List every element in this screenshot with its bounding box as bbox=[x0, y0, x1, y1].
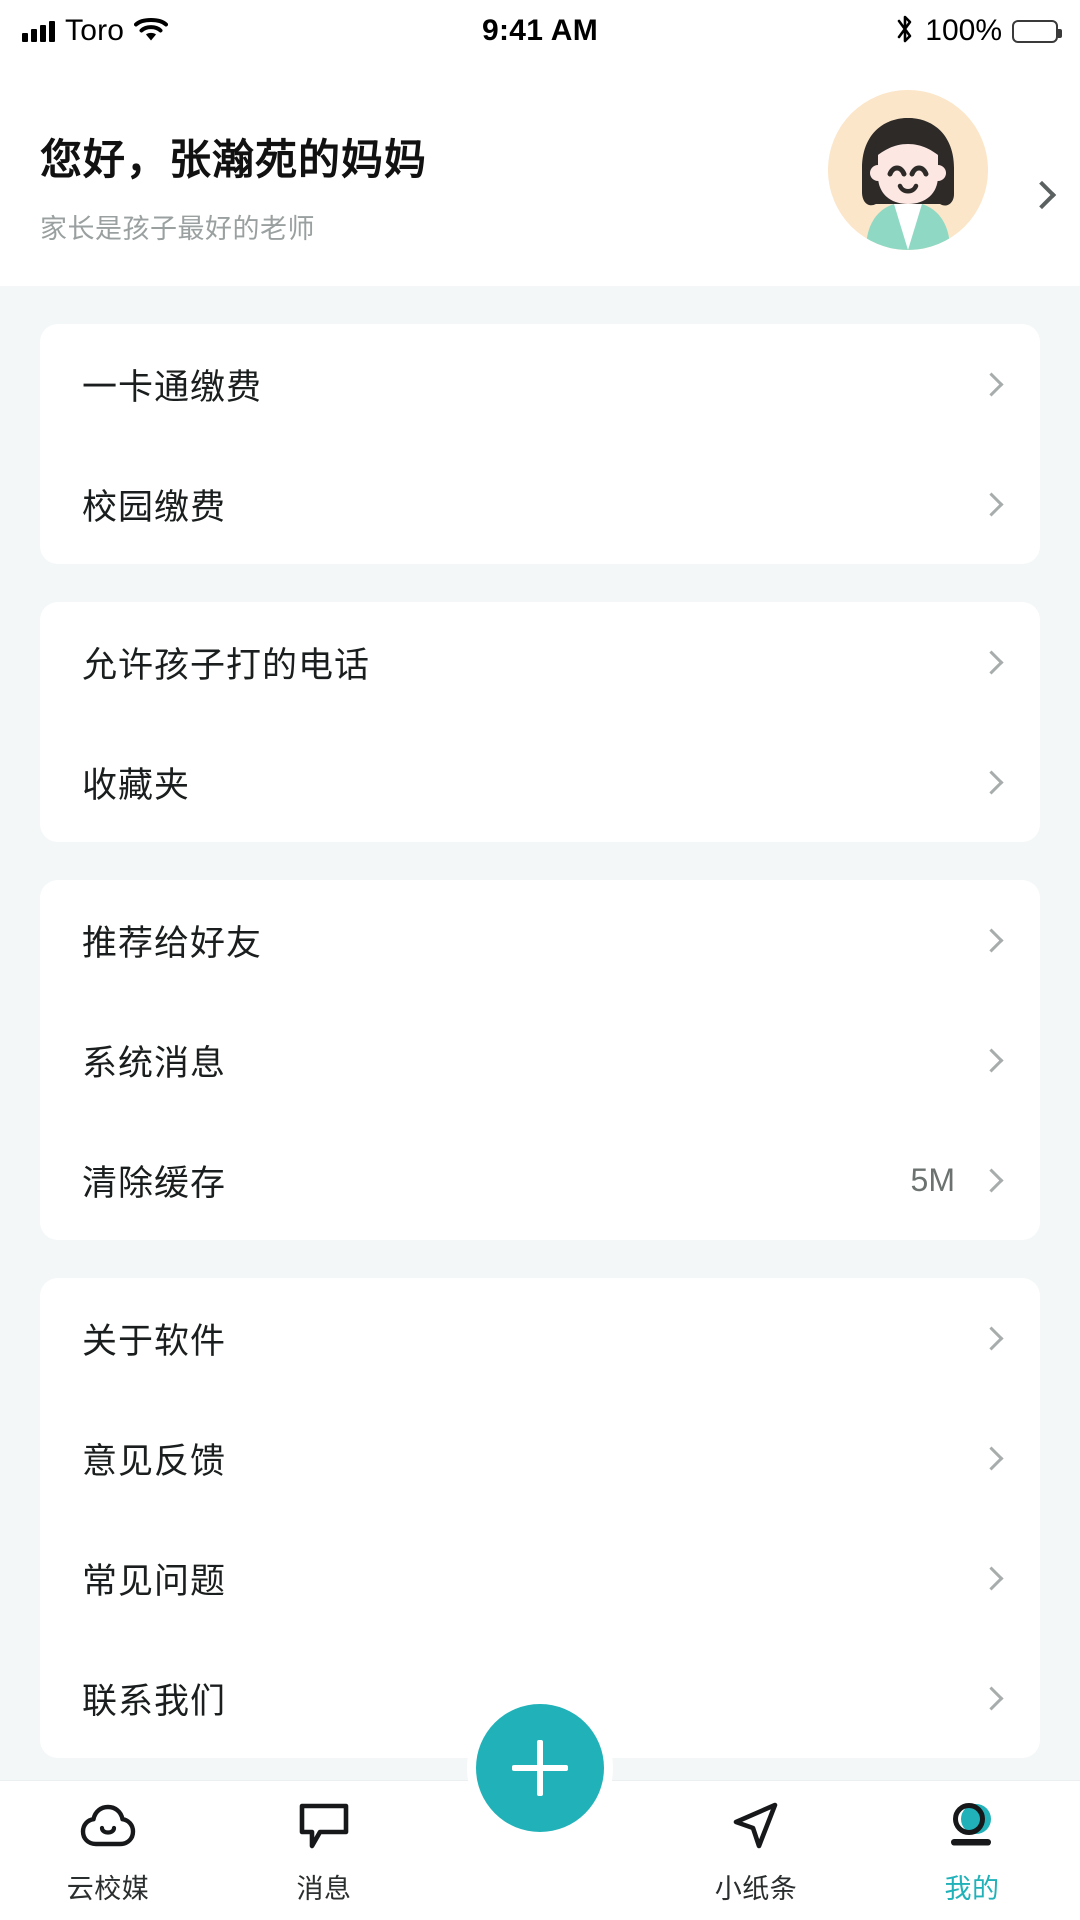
list-item-label: 允许孩子打的电话 bbox=[82, 645, 371, 685]
list-item[interactable]: 校园缴费 bbox=[40, 444, 1040, 564]
list-item-label: 系统消息 bbox=[82, 1043, 227, 1083]
list-item[interactable]: 允许孩子打的电话 bbox=[40, 602, 1040, 722]
header-subtitle: 家长是孩子最好的老师 bbox=[40, 214, 315, 244]
battery-full-icon bbox=[1012, 19, 1062, 43]
tab-messages[interactable]: 消息 bbox=[216, 1781, 432, 1920]
add-button[interactable] bbox=[476, 1704, 604, 1832]
add-button-wrapper[interactable] bbox=[467, 1695, 613, 1841]
list-item-right bbox=[979, 1445, 1004, 1471]
battery-percent-label: 100% bbox=[925, 14, 1002, 47]
tab-label: 云校媒 bbox=[66, 1874, 150, 1904]
cache-size-value: 5M bbox=[910, 1161, 955, 1198]
tab-notes[interactable]: 小纸条 bbox=[648, 1781, 864, 1920]
tab-label: 我的 bbox=[944, 1874, 1000, 1904]
avatar-wrapper[interactable] bbox=[828, 90, 988, 250]
list-item-right bbox=[979, 1685, 1004, 1711]
chevron-right-icon[interactable] bbox=[979, 1325, 1004, 1351]
list-item-label: 关于软件 bbox=[82, 1321, 227, 1361]
settings-list: 一卡通缴费 校园缴费 允许孩子打的电话 收藏夹 推荐给好友 系统消息 清除缓存 … bbox=[0, 286, 1080, 1920]
list-item-right bbox=[979, 371, 1004, 397]
chat-bubble-icon bbox=[298, 1797, 350, 1855]
chevron-right-icon[interactable] bbox=[979, 1167, 1004, 1193]
paper-plane-icon bbox=[729, 1797, 783, 1855]
tab-yunxiaomei[interactable]: 云校媒 bbox=[0, 1781, 216, 1920]
chevron-right-icon[interactable] bbox=[979, 371, 1004, 397]
profile-header[interactable]: 您好，张瀚苑的妈妈 家长是孩子最好的老师 bbox=[0, 62, 1080, 286]
tab-mine[interactable]: 我的 bbox=[864, 1781, 1080, 1920]
chevron-right-icon[interactable] bbox=[979, 1565, 1004, 1591]
chevron-right-icon[interactable] bbox=[979, 491, 1004, 517]
list-item-label: 清除缓存 bbox=[82, 1163, 227, 1203]
list-item[interactable]: 系统消息 bbox=[40, 1000, 1040, 1120]
settings-card: 推荐给好友 系统消息 清除缓存 5M bbox=[40, 880, 1040, 1240]
chevron-right-icon[interactable] bbox=[979, 1685, 1004, 1711]
list-item[interactable]: 一卡通缴费 bbox=[40, 324, 1040, 444]
bottom-tab-bar: 云校媒 消息 小纸条 我的 bbox=[0, 1695, 1080, 1920]
tab-label: 消息 bbox=[296, 1874, 352, 1904]
chevron-right-icon[interactable] bbox=[979, 927, 1004, 953]
header-text-group: 您好，张瀚苑的妈妈 家长是孩子最好的老师 bbox=[40, 126, 427, 246]
phone-screen: Toro 9:41 AM 100% 您好，张瀚苑的妈妈 家长是孩子最好的老师 一… bbox=[0, 0, 1080, 1920]
clock-label: 9:41 AM bbox=[481, 14, 599, 47]
list-item[interactable]: 意见反馈 bbox=[40, 1398, 1040, 1518]
list-item-label: 推荐给好友 bbox=[82, 923, 263, 963]
list-item[interactable]: 收藏夹 bbox=[40, 722, 1040, 842]
list-item-right bbox=[979, 927, 1004, 953]
list-item[interactable]: 关于软件 bbox=[40, 1278, 1040, 1398]
page-title: 您好，张瀚苑的妈妈 bbox=[40, 136, 428, 183]
chevron-right-icon[interactable] bbox=[979, 1445, 1004, 1471]
list-item[interactable]: 常见问题 bbox=[40, 1518, 1040, 1638]
person-icon bbox=[944, 1797, 1000, 1855]
list-item-label: 校园缴费 bbox=[82, 487, 227, 527]
chevron-right-icon[interactable] bbox=[979, 769, 1004, 795]
bluetooth-icon bbox=[895, 14, 915, 49]
avatar[interactable] bbox=[828, 90, 988, 250]
list-item-label: 联系我们 bbox=[82, 1681, 227, 1721]
list-item-label: 收藏夹 bbox=[82, 765, 191, 805]
chevron-right-icon[interactable] bbox=[979, 1047, 1004, 1073]
tab-label: 小纸条 bbox=[714, 1874, 798, 1904]
chevron-right-icon[interactable] bbox=[1027, 180, 1057, 210]
list-item-label: 常见问题 bbox=[82, 1561, 227, 1601]
status-bar-right: 100% bbox=[895, 0, 1062, 62]
plus-icon bbox=[512, 1740, 568, 1796]
list-item-right bbox=[979, 1047, 1004, 1073]
cloud-icon bbox=[80, 1797, 136, 1855]
list-item-right bbox=[979, 1565, 1004, 1591]
list-item[interactable]: 推荐给好友 bbox=[40, 880, 1040, 1000]
list-item-right: 5M bbox=[910, 1161, 1004, 1199]
settings-card: 允许孩子打的电话 收藏夹 bbox=[40, 602, 1040, 842]
settings-card: 一卡通缴费 校园缴费 bbox=[40, 324, 1040, 564]
status-bar: Toro 9:41 AM 100% bbox=[0, 0, 1080, 62]
settings-card: 关于软件 意见反馈 常见问题 联系我们 bbox=[40, 1278, 1040, 1758]
list-item-label: 意见反馈 bbox=[82, 1441, 227, 1481]
list-item-label: 一卡通缴费 bbox=[82, 367, 263, 407]
list-item-right bbox=[979, 491, 1004, 517]
list-item-right bbox=[979, 649, 1004, 675]
list-item[interactable]: 清除缓存 5M bbox=[40, 1120, 1040, 1240]
list-item-right bbox=[979, 769, 1004, 795]
list-item-right bbox=[979, 1325, 1004, 1351]
chevron-right-icon[interactable] bbox=[979, 649, 1004, 675]
